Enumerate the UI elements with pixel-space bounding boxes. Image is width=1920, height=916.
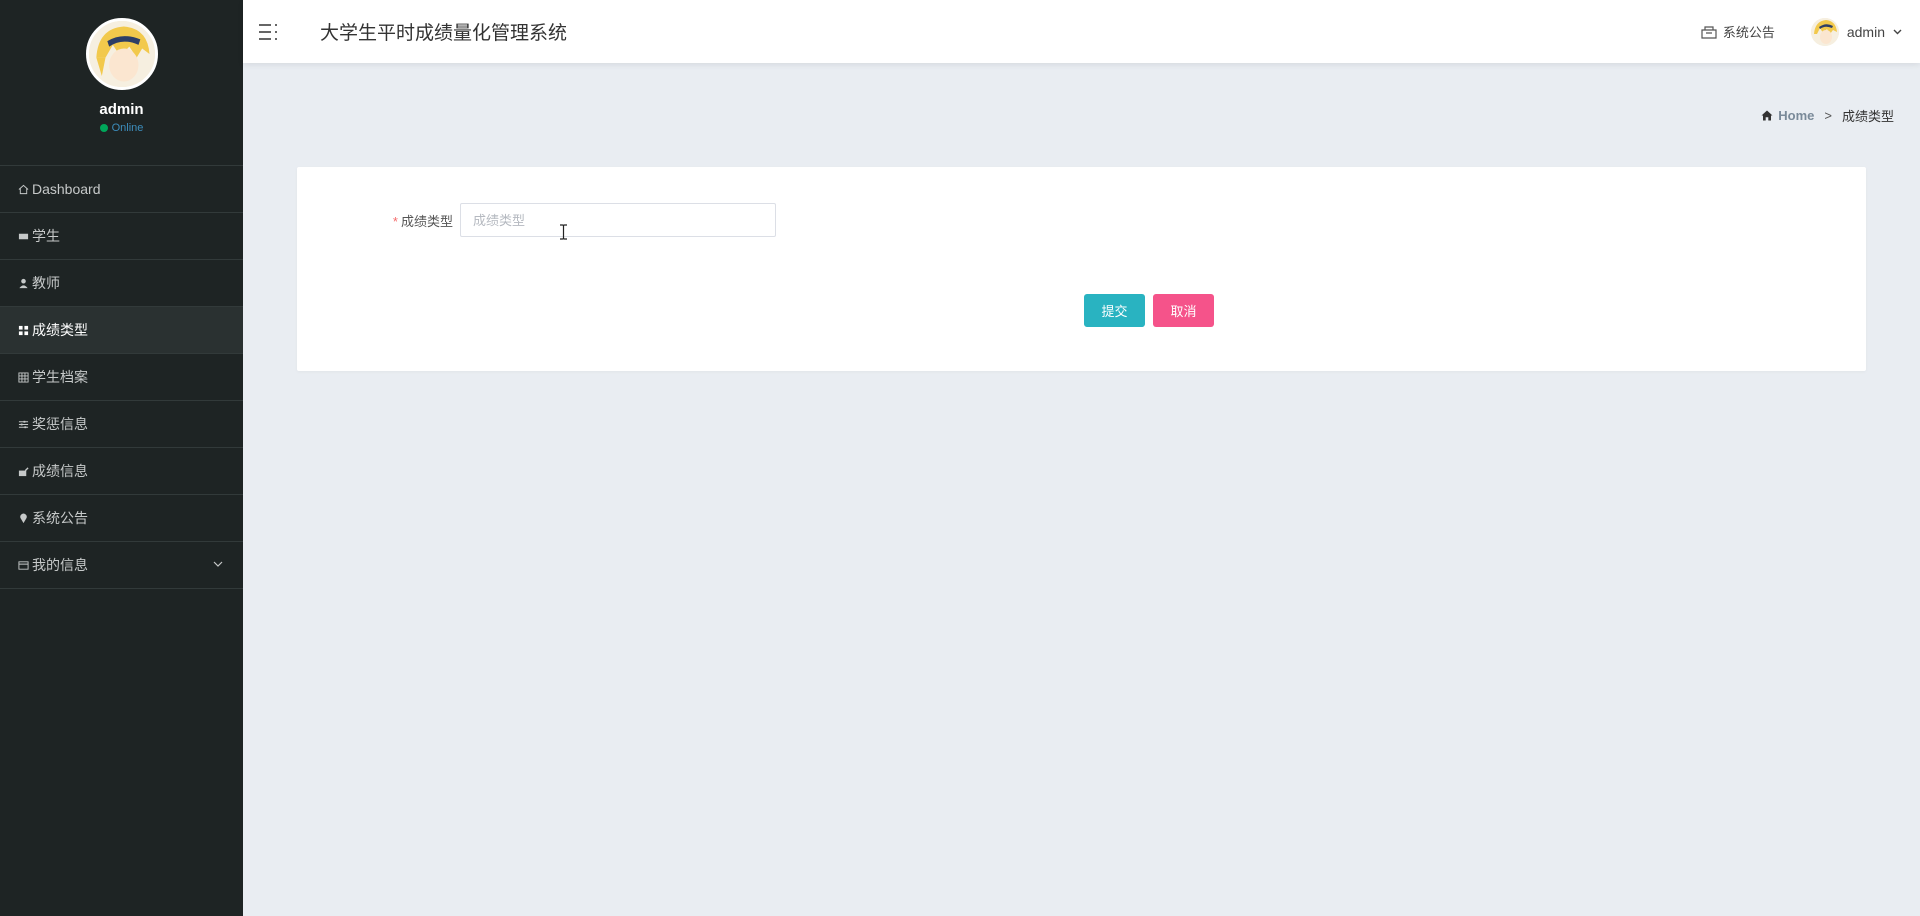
avatar-image bbox=[88, 21, 155, 87]
score-type-label: * 成绩类型 bbox=[389, 211, 453, 230]
text-cursor-icon bbox=[560, 224, 567, 240]
sidebar-item-label: 教师 bbox=[32, 275, 60, 291]
breadcrumb-home[interactable]: Home bbox=[1761, 108, 1814, 123]
user-menu-label: admin bbox=[1846, 23, 1885, 40]
sliders-icon bbox=[17, 418, 30, 431]
breadcrumb-current: 成绩类型 bbox=[1841, 109, 1894, 124]
top-right-actions: 系统公告 admin bbox=[1701, 0, 1902, 63]
notice-link[interactable]: 系统公告 bbox=[1701, 22, 1775, 41]
sidebar-menu: Dashboard 学生 教师 成绩类型 学生档案 奖惩信息 成绩信息 系统公告… bbox=[0, 165, 243, 589]
avatar[interactable] bbox=[85, 18, 158, 90]
sidebar-item-score-types[interactable]: 成绩类型 bbox=[0, 307, 243, 354]
app-title: 大学生平时成绩量化管理系统 bbox=[320, 23, 568, 44]
online-dot-icon bbox=[99, 124, 108, 132]
score-type-input[interactable] bbox=[460, 203, 776, 237]
top-bar: 大学生平时成绩量化管理系统 系统公告 admin bbox=[243, 0, 1920, 63]
user-menu[interactable]: admin bbox=[1810, 17, 1902, 46]
breadcrumb-home-label: Home bbox=[1778, 108, 1815, 123]
sidebar-item-score-info[interactable]: 成绩信息 bbox=[0, 448, 243, 495]
user-avatar bbox=[1810, 17, 1839, 46]
score-type-form-row: * 成绩类型 bbox=[389, 203, 776, 237]
online-status-label: Online bbox=[111, 122, 144, 134]
sidebar-item-label: 系统公告 bbox=[32, 510, 88, 526]
form-actions: 提交 取消 bbox=[1084, 294, 1214, 327]
sidebar-item-my-info[interactable]: 我的信息 bbox=[0, 542, 243, 589]
notice-icon bbox=[1701, 25, 1717, 39]
notice-label: 系统公告 bbox=[1722, 25, 1775, 40]
sidebar-item-label: 学生 bbox=[32, 228, 60, 244]
menu-toggle-icon[interactable] bbox=[258, 22, 280, 42]
sidebar-item-student-files[interactable]: 学生档案 bbox=[0, 354, 243, 401]
sidebar-item-label: 学生档案 bbox=[32, 369, 88, 385]
chart-icon bbox=[17, 465, 30, 478]
home-icon bbox=[17, 183, 30, 196]
home-icon bbox=[1761, 110, 1773, 121]
breadcrumb: Home > 成绩类型 bbox=[1761, 106, 1894, 125]
breadcrumb-separator: > bbox=[1824, 108, 1832, 123]
profile-card-icon bbox=[17, 559, 30, 572]
sidebar-item-label: 奖惩信息 bbox=[32, 416, 88, 432]
form-card: *成绩类型 提交 取消 bbox=[297, 167, 1866, 371]
sidebar-item-announcements[interactable]: 系统公告 bbox=[0, 495, 243, 542]
chevron-down-icon bbox=[213, 561, 223, 567]
grid-icon bbox=[17, 324, 30, 337]
sidebar-profile: admin Online bbox=[0, 0, 243, 165]
chevron-down-icon bbox=[1893, 29, 1902, 35]
cancel-button[interactable]: 取消 bbox=[1153, 294, 1214, 327]
profile-username: admin bbox=[99, 101, 144, 118]
sidebar: admin Online Dashboard 学生 教师 成绩类型 学生档案 奖… bbox=[0, 0, 243, 916]
id-card-icon bbox=[17, 230, 30, 243]
sidebar-item-label: 成绩类型 bbox=[32, 322, 88, 338]
sidebar-item-label: Dashboard bbox=[32, 181, 101, 197]
sidebar-item-rewards[interactable]: 奖惩信息 bbox=[0, 401, 243, 448]
user-icon bbox=[17, 277, 30, 290]
submit-button[interactable]: 提交 bbox=[1084, 294, 1145, 327]
online-status: Online bbox=[99, 122, 144, 134]
user-avatar-image bbox=[1810, 17, 1839, 46]
sidebar-item-students[interactable]: 学生 bbox=[0, 213, 243, 260]
score-type-label-text: 成绩类型 bbox=[400, 213, 453, 229]
pin-icon bbox=[17, 512, 30, 525]
sidebar-item-label: 我的信息 bbox=[32, 557, 88, 573]
required-mark: * bbox=[392, 213, 398, 229]
sidebar-item-dashboard[interactable]: Dashboard bbox=[0, 166, 243, 213]
sidebar-item-teachers[interactable]: 教师 bbox=[0, 260, 243, 307]
table-icon bbox=[17, 371, 30, 384]
sidebar-item-label: 成绩信息 bbox=[32, 463, 88, 479]
